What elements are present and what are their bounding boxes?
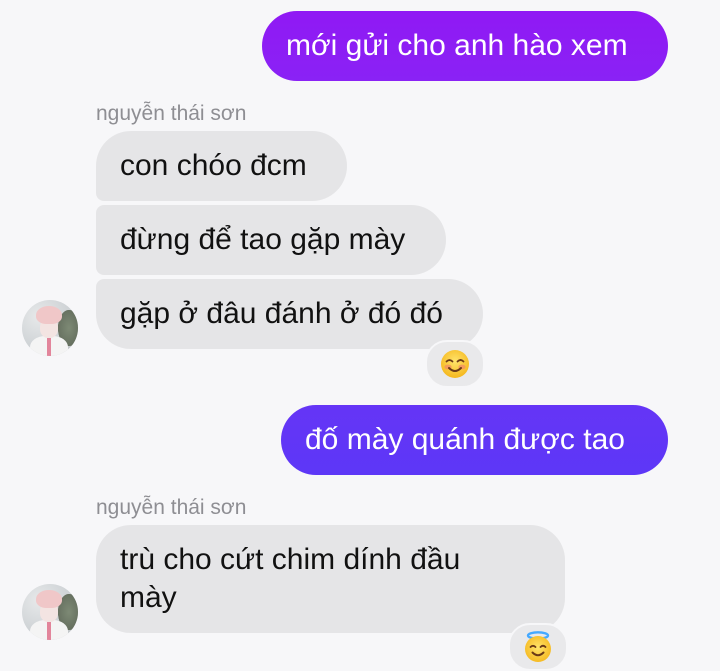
message-text-line: mày xyxy=(120,581,177,614)
sender-name: nguyễn thái sơn xyxy=(96,496,247,519)
avatar-tie xyxy=(47,622,51,640)
message-text: gặp ở đâu đánh ở đó đó xyxy=(120,297,443,330)
message-reaction[interactable] xyxy=(425,340,485,388)
message-text: con chóo đcm xyxy=(120,149,307,182)
sender-name: nguyễn thái sơn xyxy=(96,102,247,125)
smiling-face-icon xyxy=(441,350,469,378)
message-text: đố mày quánh được tao xyxy=(305,423,625,456)
incoming-message-bubble[interactable]: con chóo đcm xyxy=(96,131,347,201)
avatar-hair xyxy=(36,306,62,324)
avatar-hair xyxy=(36,590,62,608)
incoming-message-bubble[interactable]: trù cho cứt chim dính đầu mày xyxy=(96,525,565,633)
message-text: đừng để tao gặp mày xyxy=(120,223,406,256)
avatar[interactable] xyxy=(22,300,78,356)
outgoing-message-bubble[interactable]: đố mày quánh được tao xyxy=(281,405,668,475)
avatar[interactable] xyxy=(22,584,78,640)
incoming-message-bubble[interactable]: đừng để tao gặp mày xyxy=(96,205,446,275)
message-text-line: trù cho cứt chim dính đầu xyxy=(120,543,461,576)
message-reaction[interactable] xyxy=(508,623,568,671)
halo-face-icon xyxy=(525,631,551,662)
message-text: mới gửi cho anh hào xem xyxy=(286,29,628,62)
avatar-tie xyxy=(47,338,51,356)
outgoing-message-bubble[interactable]: mới gửi cho anh hào xem xyxy=(262,11,668,81)
incoming-message-bubble[interactable]: gặp ở đâu đánh ở đó đó xyxy=(96,279,483,349)
